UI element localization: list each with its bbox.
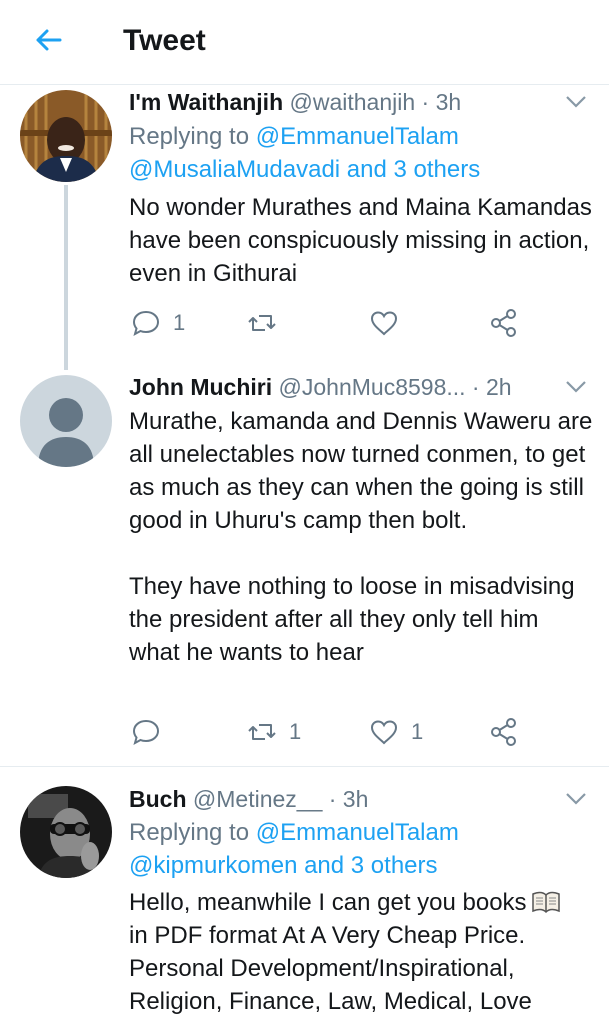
author-name[interactable]: John Muchiri	[129, 374, 272, 400]
chevron-down-icon[interactable]	[565, 792, 587, 806]
author-name[interactable]: Buch	[129, 786, 187, 812]
retweet-button[interactable]: 1	[247, 714, 301, 750]
tweet-paragraph: Murathe, kamanda and Dennis Waweru are a…	[129, 408, 593, 534]
tweet-paragraph: No wonder Murathes and Maina Kamandas ha…	[129, 194, 592, 287]
tweet-time: · 3h	[421, 89, 462, 115]
retweet-count: 1	[289, 719, 302, 744]
replying-to: Replying to @EmmanuelTalam @kipmurkomen …	[129, 816, 589, 882]
open-book-icon	[531, 891, 560, 913]
reply-button[interactable]	[131, 714, 173, 750]
tweet-text: Hello, meanwhile I can get you books	[129, 889, 527, 916]
share-button[interactable]	[489, 305, 519, 341]
mention-more-link[interactable]: @MusaliaMudavadi and 3 others	[129, 156, 480, 183]
reply-icon	[132, 310, 160, 337]
like-count: 1	[411, 719, 424, 744]
author-handle[interactable]: @JohnMuc8598...	[279, 374, 466, 400]
reply-icon	[132, 719, 160, 746]
tweet-item[interactable]: Buch @Metinez__ · 3h Replying to @Emmanu…	[0, 782, 609, 1015]
chevron-down-icon[interactable]	[565, 95, 587, 109]
tweet-body: Hello, meanwhile I can get you books in …	[129, 886, 594, 1018]
reply-count: 1	[173, 310, 186, 335]
tweet-time: · 2h	[471, 374, 512, 400]
share-icon	[491, 309, 516, 337]
tweet-item[interactable]: John Muchiri @JohnMuc8598... · 2h Murath…	[0, 370, 609, 766]
tweet-body: Murathe, kamanda and Dennis Waweru are a…	[129, 405, 594, 669]
author-handle[interactable]: @Metinez__	[193, 786, 322, 812]
tweet-paragraph: They have nothing to loose in misadvisin…	[129, 573, 575, 666]
back-arrow-icon[interactable]	[30, 22, 66, 58]
tweet-time: · 3h	[328, 786, 369, 812]
retweet-icon	[248, 315, 276, 331]
thread-line	[64, 185, 68, 370]
tweet-paragraph: in PDF format At A Very Cheap Price. Per…	[129, 922, 532, 1015]
tweet-actions: 1	[129, 305, 529, 341]
avatar[interactable]	[20, 786, 112, 878]
tweet-paragraph: Hello, meanwhile I can get you books	[129, 886, 594, 919]
tweet-header: John Muchiri @JohnMuc8598... · 2h	[129, 372, 589, 402]
share-button[interactable]	[489, 714, 519, 750]
mention-link[interactable]: @EmmanuelTalam	[256, 123, 459, 150]
replying-to-label: Replying to	[129, 819, 250, 846]
like-button[interactable]: 1	[369, 714, 423, 750]
share-icon	[491, 718, 516, 746]
heart-icon	[370, 720, 398, 745]
retweet-icon	[248, 724, 276, 740]
tweet-divider	[0, 766, 609, 767]
author-handle[interactable]: @waithanjih	[290, 89, 416, 115]
avatar[interactable]	[20, 375, 112, 467]
replying-to: Replying to @EmmanuelTalam @MusaliaMudav…	[129, 120, 589, 186]
mention-more-link[interactable]: @kipmurkomen and 3 others	[129, 852, 438, 879]
tweet-actions: 1 1	[129, 714, 529, 750]
retweet-button[interactable]	[247, 305, 289, 341]
reply-button[interactable]: 1	[131, 305, 185, 341]
chevron-down-icon[interactable]	[565, 380, 587, 394]
avatar[interactable]	[20, 90, 112, 182]
tweet-item[interactable]: I'm Waithanjih @waithanjih · 3h Replying…	[0, 85, 609, 370]
author-name[interactable]: I'm Waithanjih	[129, 89, 283, 115]
top-bar: Tweet	[0, 0, 609, 85]
tweet-body: No wonder Murathes and Maina Kamandas ha…	[129, 191, 594, 290]
tweet-header: Buch @Metinez__ · 3h	[129, 784, 589, 814]
mention-link[interactable]: @EmmanuelTalam	[256, 819, 459, 846]
heart-icon	[370, 311, 398, 336]
tweet-header: I'm Waithanjih @waithanjih · 3h	[129, 87, 589, 117]
page-title: Tweet	[123, 24, 206, 57]
like-button[interactable]	[369, 305, 411, 341]
replying-to-label: Replying to	[129, 123, 250, 150]
